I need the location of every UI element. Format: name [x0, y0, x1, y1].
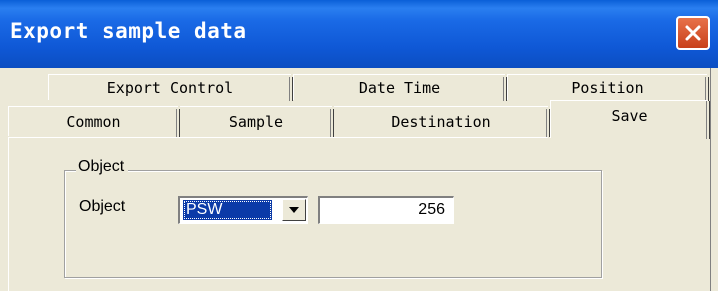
object-field-label: Object — [79, 198, 126, 215]
tab-date-time[interactable]: Date Time — [293, 74, 507, 101]
tab-label: Destination — [391, 112, 491, 131]
chevron-down-icon — [289, 207, 299, 213]
tab-export-control[interactable]: Export Control — [48, 74, 293, 101]
close-button[interactable] — [676, 16, 710, 50]
tab-save[interactable]: Save — [550, 100, 710, 139]
object-groupbox — [64, 170, 602, 278]
window-title: Export sample data — [10, 19, 247, 43]
tab-common[interactable]: Common — [8, 106, 180, 137]
tab-destination[interactable]: Destination — [334, 106, 550, 137]
tab-label: Common — [66, 112, 121, 131]
tab-position[interactable]: Position — [507, 74, 709, 101]
dropdown-button[interactable] — [282, 199, 306, 221]
groupbox-legend: Object — [76, 158, 129, 176]
object-select[interactable]: PSW — [178, 196, 308, 224]
tab-label: Position — [571, 78, 644, 97]
tab-sample[interactable]: Sample — [180, 106, 334, 137]
object-select-value: PSW — [183, 200, 272, 220]
tab-panel-border-left — [8, 137, 9, 291]
title-bar[interactable]: Export sample data — [0, 0, 718, 68]
object-value-input[interactable]: 256 — [318, 196, 454, 224]
tab-panel-border — [8, 137, 548, 138]
tab-label: Export Control — [106, 78, 234, 97]
close-x-icon — [685, 25, 701, 41]
export-sample-data-dialog: Export sample data Export Control Date T… — [0, 0, 718, 291]
tab-label: Sample — [228, 112, 284, 131]
tab-label: Save — [611, 107, 648, 125]
tab-label: Date Time — [358, 78, 441, 97]
window-right-edge — [710, 68, 718, 291]
